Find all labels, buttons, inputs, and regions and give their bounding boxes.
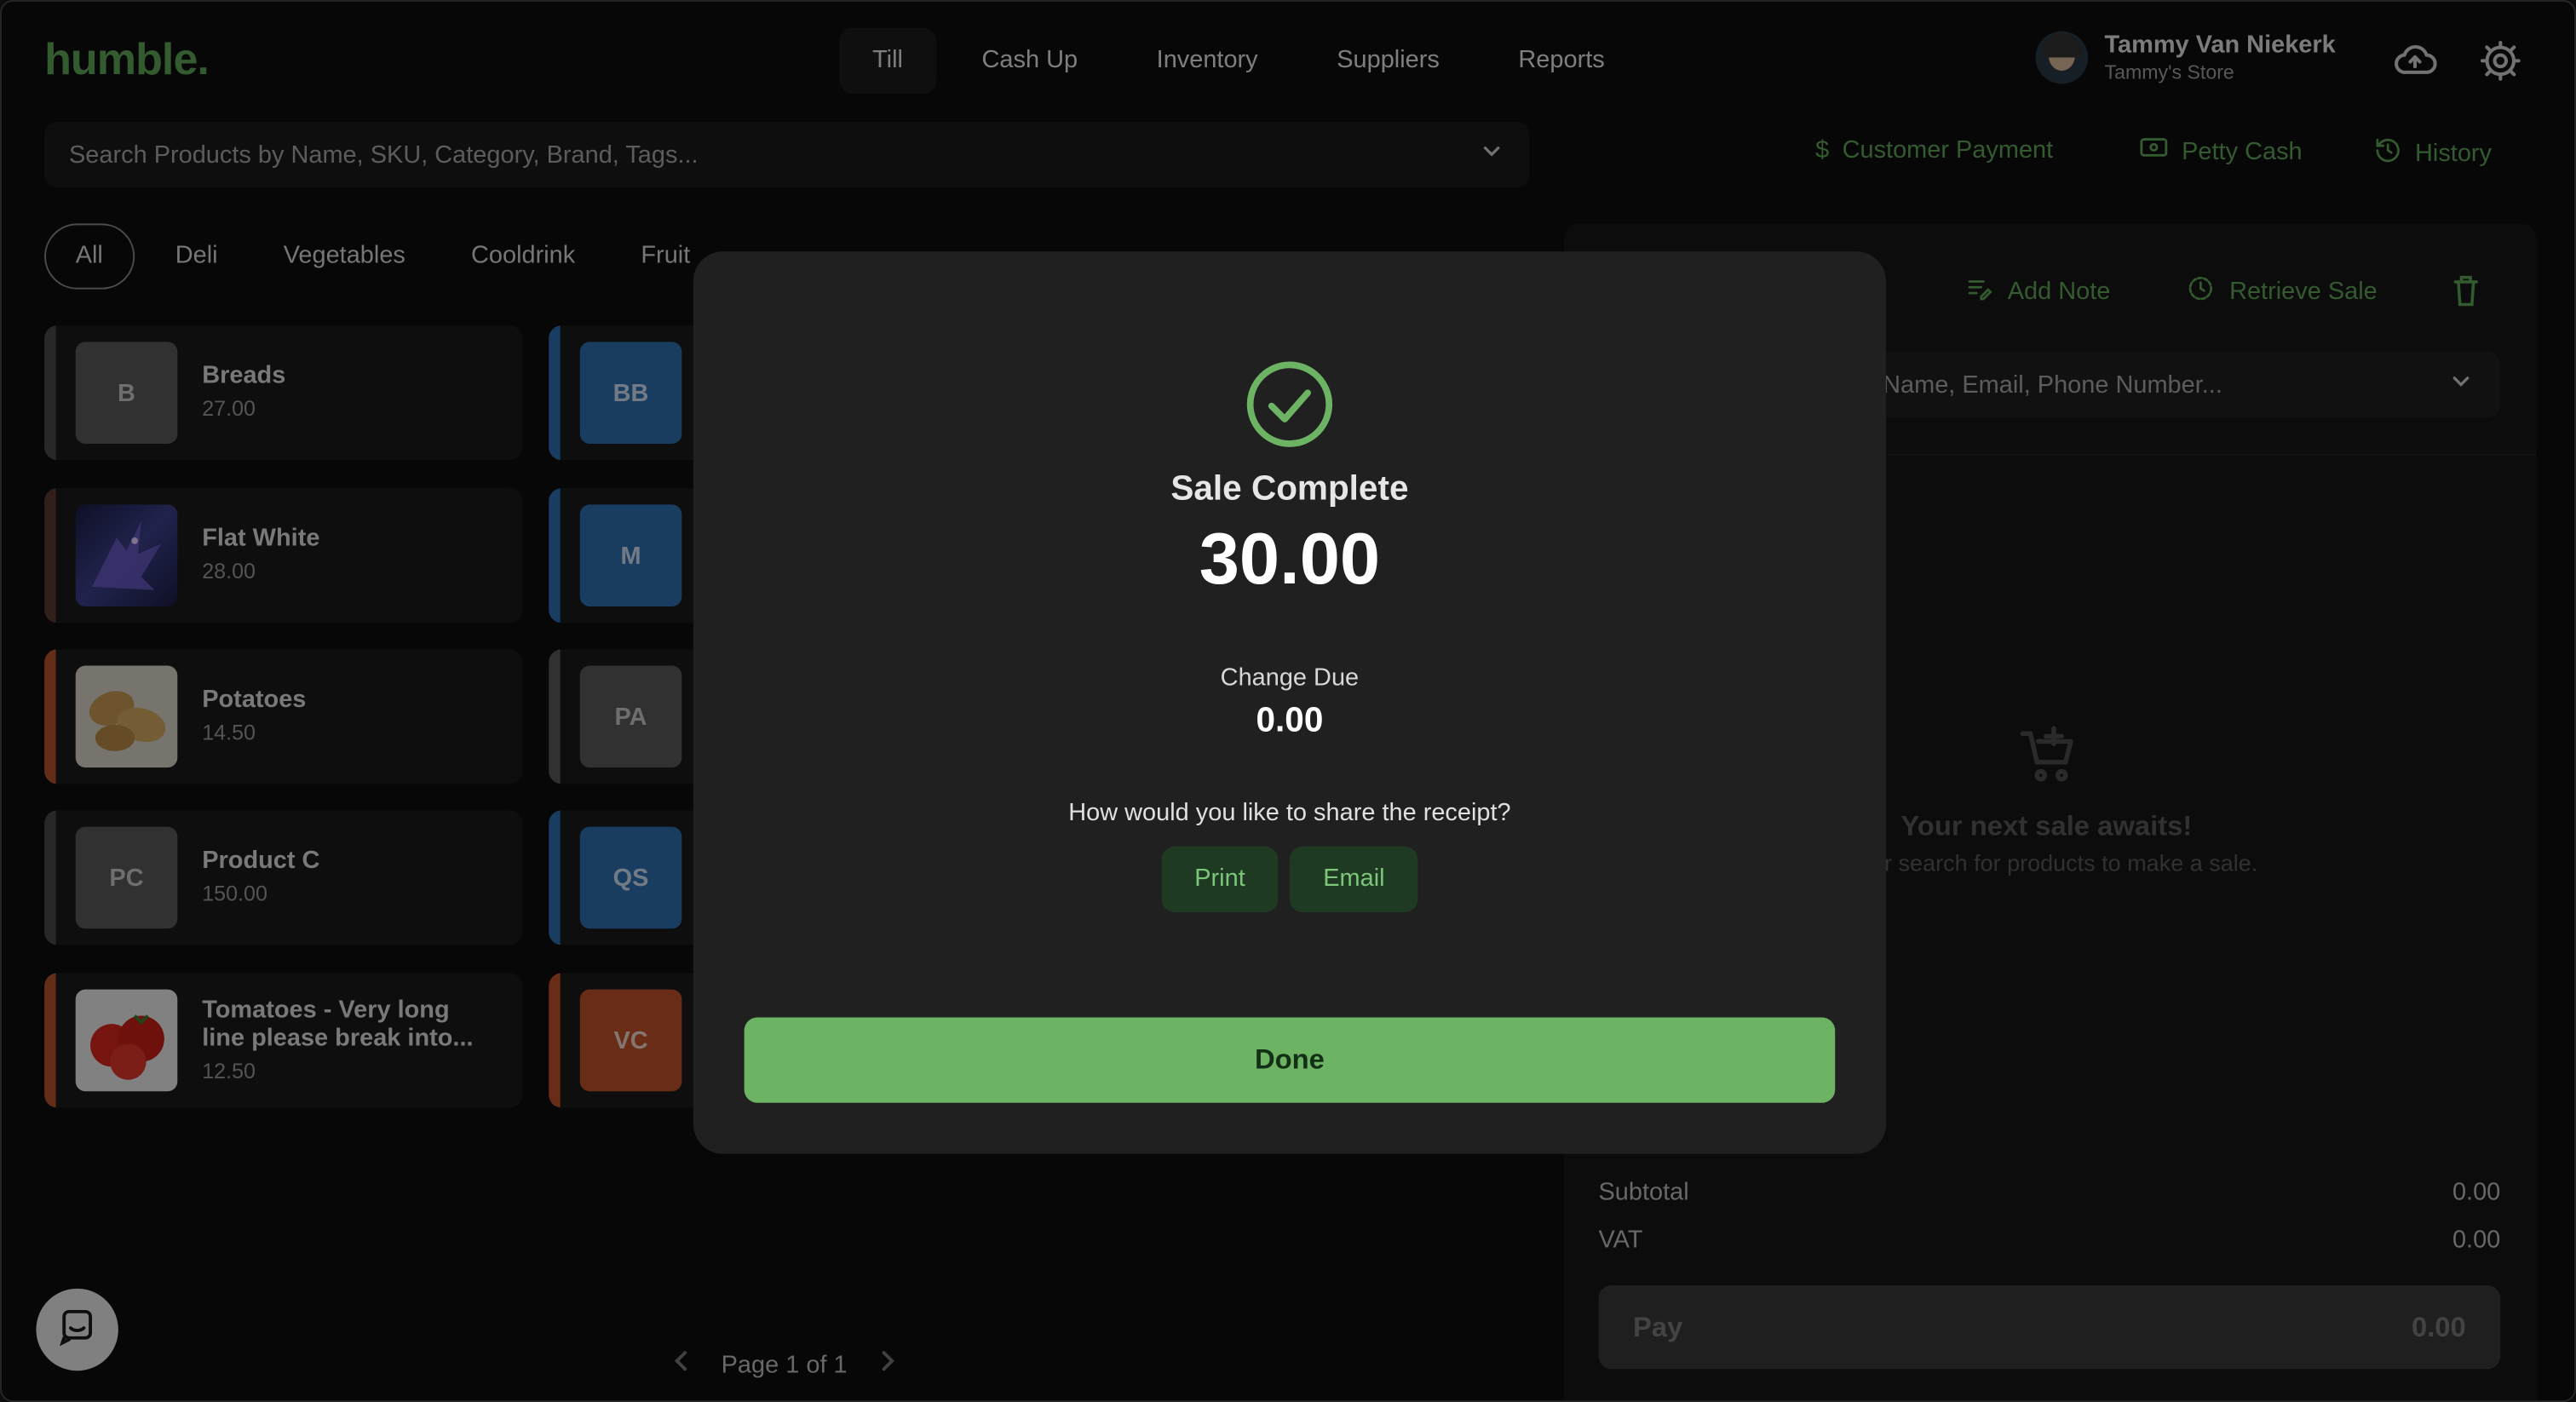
print-button[interactable]: Print (1161, 846, 1279, 912)
share-buttons: Print Email (693, 846, 1886, 912)
modal-title: Sale Complete (1170, 469, 1409, 509)
app-window: humble. Till Cash Up Inventory Suppliers… (0, 0, 2576, 1402)
change-due-label: Change Due (1220, 664, 1360, 692)
email-button[interactable]: Email (1290, 846, 1418, 912)
done-button[interactable]: Done (744, 1017, 1836, 1103)
sale-amount: 30.00 (1199, 519, 1381, 600)
check-circle-icon (693, 360, 1886, 457)
sale-complete-modal: Sale Complete 30.00 Change Due 0.00 How … (693, 251, 1886, 1154)
share-prompt: How would you like to share the receipt? (1068, 798, 1511, 827)
change-due-amount: 0.00 (1256, 701, 1324, 740)
